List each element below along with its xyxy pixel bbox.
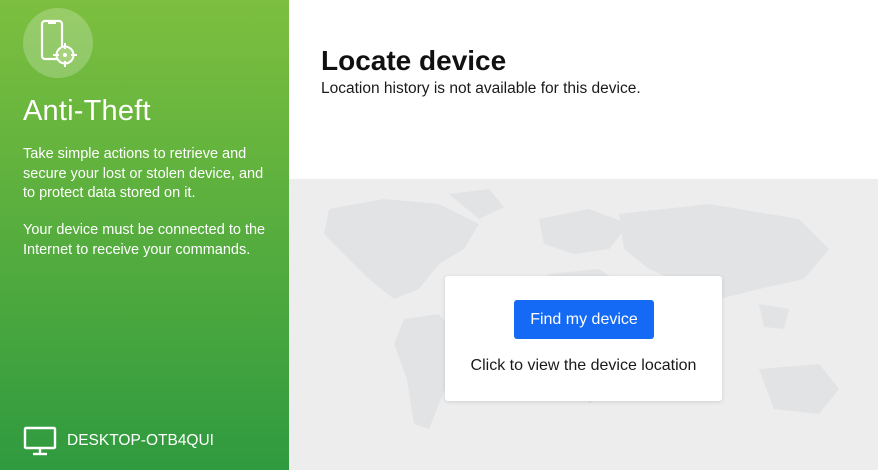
find-my-device-button[interactable]: Find my device [514, 300, 654, 339]
app-icon [23, 8, 93, 78]
main-header: Locate device Location history is not av… [289, 0, 878, 179]
page-title: Locate device [321, 45, 507, 76]
monitor-icon [23, 426, 57, 456]
sidebar-description: Take simple actions to retrieve and secu… [23, 146, 264, 201]
sidebar-note: Your device must be connected to the Int… [23, 222, 266, 258]
device-name: DESKTOP-OTB4QUI [67, 432, 214, 449]
sidebar-title: Anti-Theft [23, 95, 151, 127]
sidebar: Anti-Theft Take simple actions to retrie… [0, 0, 289, 470]
card-caption: Click to view the device location [470, 357, 697, 374]
locate-card: Find my device Click to view the device … [445, 276, 722, 401]
phone-locate-icon [40, 19, 77, 67]
device-selector[interactable]: DESKTOP-OTB4QUI [23, 426, 214, 456]
world-map: Find my device Click to view the device … [289, 179, 878, 470]
page-subtitle: Location history is not available for th… [321, 80, 641, 97]
